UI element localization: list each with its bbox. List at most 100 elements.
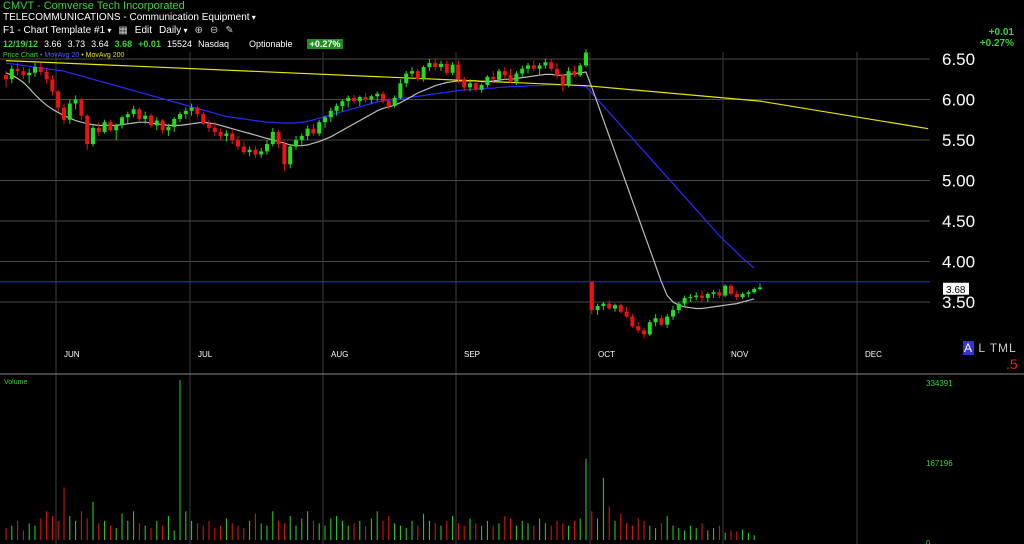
candle-body	[375, 93, 380, 97]
candle-body	[740, 293, 745, 298]
candle-body	[27, 72, 32, 76]
candle-body	[665, 316, 670, 325]
candle-body	[178, 114, 182, 119]
candle-body	[317, 122, 322, 134]
candle-body	[79, 99, 84, 116]
candle-body	[241, 146, 246, 153]
candle-body	[91, 127, 95, 145]
candle-body	[189, 107, 194, 111]
candle-body	[549, 62, 554, 69]
candle-body	[578, 65, 583, 76]
candle-body	[96, 127, 101, 132]
candle-body	[352, 97, 356, 102]
month-label: DEC	[865, 350, 882, 359]
month-label: AUG	[331, 350, 348, 359]
volume-title: Volume	[4, 379, 27, 386]
candle-body	[131, 109, 136, 115]
candle-body	[120, 117, 124, 126]
candle-body	[33, 67, 37, 73]
candle-body	[729, 285, 733, 294]
candle-body	[758, 287, 762, 290]
candle-body	[386, 101, 391, 106]
price-tick-label: 5.50	[942, 131, 975, 150]
candle-body	[462, 79, 467, 88]
candle-body	[15, 68, 20, 72]
month-label: NOV	[731, 350, 749, 359]
candle-body	[207, 123, 211, 128]
candle-body	[62, 107, 66, 120]
candle-body	[137, 109, 142, 119]
candle-body	[439, 63, 443, 68]
candle-body	[398, 83, 403, 98]
candle-body	[502, 71, 507, 76]
candle-body	[607, 303, 612, 309]
candle-body	[415, 71, 420, 80]
candle-body	[253, 149, 258, 155]
candle-body	[520, 68, 525, 74]
candle-body	[613, 305, 617, 309]
candle-body	[584, 52, 588, 66]
candle-body	[682, 297, 687, 304]
candle-body	[212, 127, 217, 132]
candle-body	[601, 303, 606, 307]
candle-body	[67, 103, 72, 120]
candle-body	[294, 140, 298, 147]
candle-body	[404, 73, 409, 84]
candle-body	[247, 149, 252, 153]
candle-body	[497, 71, 501, 80]
candle-body	[346, 97, 351, 102]
candle-body	[149, 115, 153, 126]
candle-body	[671, 310, 675, 317]
candle-body	[543, 62, 548, 66]
candle-body	[485, 76, 490, 85]
price-tick-label: 3.50	[942, 293, 975, 312]
candle-body	[636, 326, 641, 331]
candle-body	[456, 64, 461, 80]
price-tick-label: 6.50	[942, 50, 975, 69]
volume-tick-label: 334391	[926, 379, 953, 388]
candle-body	[444, 63, 449, 73]
candle-body	[555, 68, 559, 76]
candle-body	[201, 114, 206, 124]
candle-body	[392, 97, 397, 106]
candle-body	[566, 71, 571, 85]
candle-body	[172, 118, 177, 128]
candle-body	[647, 322, 652, 335]
candle-body	[572, 71, 577, 76]
candle-body	[73, 99, 78, 104]
candle-body	[288, 146, 293, 165]
candle-body	[630, 316, 635, 327]
month-label: SEP	[464, 350, 480, 359]
candle-body	[514, 73, 519, 82]
candle-body	[4, 75, 8, 80]
price-chart: 6.50 6.00 5.50 5.00 4.50 4.00 3.50 JUN JUL AUG SEP…	[0, 49, 1024, 544]
price-tick-label: 4.50	[942, 212, 975, 231]
candle-body	[125, 114, 130, 118]
candle-body	[659, 318, 664, 325]
candle-body	[218, 131, 223, 136]
candle-body	[427, 63, 432, 68]
candle-body	[468, 83, 472, 88]
candle-body	[183, 110, 188, 115]
candle-body	[694, 295, 699, 298]
candle-body	[334, 105, 339, 111]
candle-body	[195, 107, 200, 115]
last-price-label: 3.68	[946, 285, 966, 296]
volume-tick-label: 0	[926, 539, 931, 544]
candle-body	[311, 128, 316, 134]
candle-body	[265, 144, 269, 152]
candle-body	[433, 63, 438, 68]
candle-body	[589, 281, 594, 311]
candle-body	[102, 122, 107, 132]
candle-body	[230, 133, 235, 140]
candle-body	[734, 293, 739, 298]
candle-body	[717, 292, 722, 296]
candle-body	[357, 97, 362, 102]
candle-body	[705, 293, 710, 298]
candle-body	[752, 289, 757, 293]
candle-body	[618, 305, 623, 312]
candle-body	[21, 71, 26, 76]
candle-body	[508, 75, 513, 82]
candle-body	[38, 67, 43, 72]
candle-body	[450, 64, 455, 73]
